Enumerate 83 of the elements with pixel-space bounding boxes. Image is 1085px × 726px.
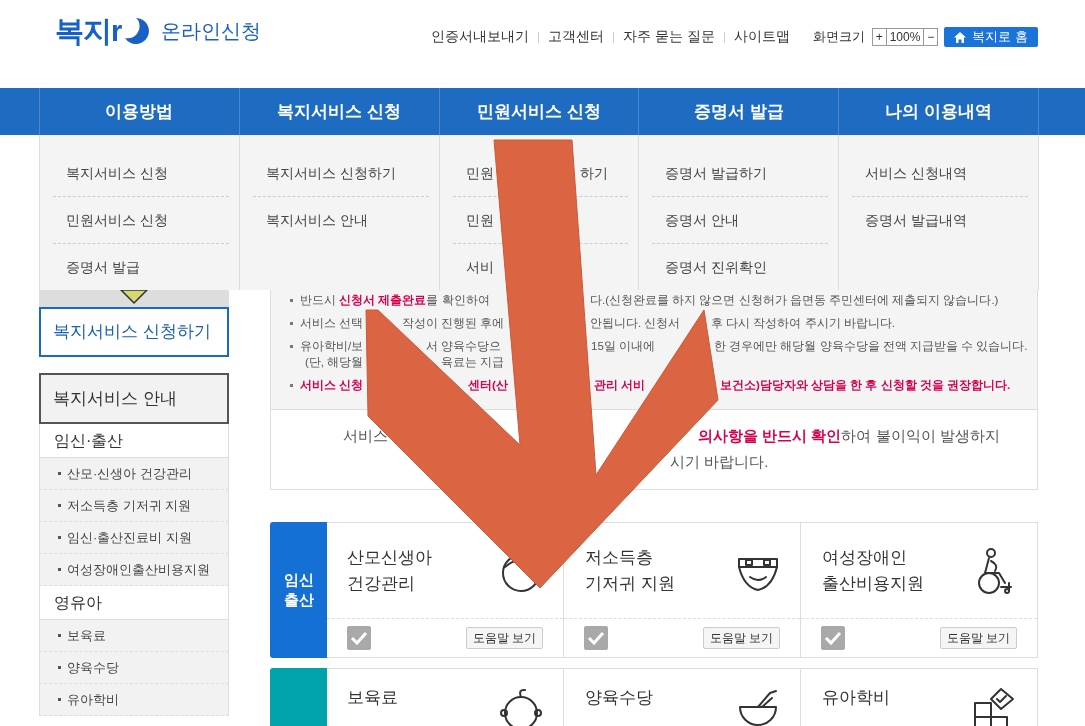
service-title: 유아학비 xyxy=(822,687,890,709)
submenu-link[interactable]: 증명서 발급 xyxy=(66,257,140,278)
notice-text: 의사항을 반드시 확인하여 불이익이 발생하지 xyxy=(698,426,1000,446)
submenu-link[interactable]: 민원서비스 신청 xyxy=(66,209,168,231)
checkbox[interactable] xyxy=(821,626,845,650)
submenu-link[interactable]: 증명서 안내 xyxy=(665,209,740,231)
header-link[interactable]: 사이트맵 xyxy=(724,26,799,48)
zoom-label: 화면크기 xyxy=(812,28,865,46)
service-title: 산모신생아 건강관리 xyxy=(347,546,432,595)
notice-text: 보건소)담당자와 상담을 한 후 신청할 것을 권장합니다. xyxy=(720,378,1011,393)
sidebar-link[interactable]: 유아학비 xyxy=(39,684,229,716)
notice-text: 서 양육수당으 xyxy=(426,339,502,354)
sidebar-link[interactable]: 여성장애인출산비용지원 xyxy=(39,554,229,586)
notice-text: 다.(신청완료를 하지 않으면 신청허가 읍면동 주민센터에 제출되지 않습니다.) xyxy=(590,293,999,308)
home-icon xyxy=(954,31,967,43)
header-link[interactable]: 고객센터 xyxy=(539,26,614,48)
submenu-link[interactable]: 증명서 진위확인 xyxy=(665,257,768,278)
submenu-link[interactable]: 민원 xyxy=(465,162,494,184)
sidebar-link[interactable]: 산모·신생아 건강관리 xyxy=(39,458,229,490)
sidebar-link[interactable]: 저소득층 기저귀 지원 xyxy=(39,490,229,522)
submenu-link[interactable]: 증명서 발급내역 xyxy=(865,210,968,231)
help-button[interactable]: 도움말 보기 xyxy=(702,627,780,649)
sidebar-heading: 복지서비스 안내 xyxy=(39,373,229,424)
service-title: 저소득층 기저귀 지원 xyxy=(585,546,675,595)
bullet-icon xyxy=(58,504,61,507)
notice-text: 유아학비/보 xyxy=(300,339,364,354)
logo-subtitle: 온라인신청 xyxy=(161,21,262,41)
service-card[interactable]: 저소득층 기저귀 지원 도움말 보기 xyxy=(564,522,801,658)
bullet-icon xyxy=(58,666,61,669)
notice-text: 후 다시 작성하여 주시기 바랍니다. xyxy=(711,316,895,331)
sidebar-category[interactable]: 임신·출산 xyxy=(39,424,229,458)
header-link[interactable]: 자주 묻는 질문 xyxy=(614,26,724,48)
zoom-value: 100% xyxy=(885,28,925,46)
notice-text: 15일 이내에 xyxy=(591,339,655,354)
notice-text: 시기 바랍니다. xyxy=(670,452,769,472)
sidebar-link[interactable]: 양육수당 xyxy=(39,652,229,684)
service-card[interactable]: 유아학비 xyxy=(801,668,1038,726)
check-icon xyxy=(824,631,842,645)
notice-text: 작성이 진행된 후에 xyxy=(402,316,505,331)
notice-text: 한 경우에만 해당월 양육수당을 전액 지급받을 수 있습니다. xyxy=(714,339,1028,354)
submenu-link[interactable]: 복지서비스 신청 xyxy=(66,162,168,184)
checkbox[interactable] xyxy=(347,626,371,650)
zoom-out-button[interactable]: − xyxy=(923,28,939,46)
bullet-icon xyxy=(58,536,61,539)
service-card[interactable]: 양육수당 xyxy=(564,668,801,726)
sidebar-link[interactable]: 임신·출산진료비 지원 xyxy=(39,522,229,554)
notice-text: 서비스 xyxy=(343,426,388,446)
notice-text: 관리 서비 xyxy=(594,378,646,393)
submenu-link[interactable]: 하기 xyxy=(579,162,608,184)
notice-text: 서비스 신청 xyxy=(300,378,364,393)
submenu-link[interactable]: 민원 xyxy=(465,209,494,231)
zoom-in-button[interactable]: + xyxy=(871,28,887,46)
notice-text: 반드시 신청서 제출완료를 확인하여 xyxy=(300,293,490,308)
bullet-icon xyxy=(58,472,61,475)
apply-link[interactable]: 복지서비스 신청하기 xyxy=(39,307,229,357)
service-title: 양육수당 xyxy=(585,687,653,709)
sidebar-category[interactable]: 영유아 xyxy=(39,586,229,620)
notice-text: 센터(산 xyxy=(468,378,508,393)
submenu-link[interactable]: 복지서비스 신청하기 xyxy=(265,162,396,184)
home-button[interactable]: 복지로 홈 xyxy=(944,27,1038,47)
help-button[interactable]: 도움말 보기 xyxy=(465,627,543,649)
bullet-icon xyxy=(58,568,61,571)
checkbox[interactable] xyxy=(584,626,608,650)
bullet-icon xyxy=(58,698,61,701)
notice-text: 안됩니다. 신청서 xyxy=(590,316,681,331)
logo-text[interactable]: 복지r xyxy=(55,16,122,46)
sidebar-link[interactable]: 보육료 xyxy=(39,620,229,652)
service-title: 보육료 xyxy=(347,687,398,709)
service-title: 여성장애인 출산비용지원 xyxy=(822,546,924,595)
help-button[interactable]: 도움말 보기 xyxy=(939,627,1017,649)
notice-text: (단, 해당월 xyxy=(305,355,364,370)
submenu-link[interactable]: 서비 xyxy=(465,257,494,278)
service-card[interactable]: 여성장애인 출산비용지원 도움말 보기 xyxy=(801,522,1038,658)
bullet-icon xyxy=(58,634,61,637)
notice-text: 육료는 지급 xyxy=(441,355,505,370)
header-link[interactable]: 인증서내보내기 xyxy=(422,26,539,48)
submenu-link[interactable]: 서비스 신청내역 xyxy=(865,162,968,184)
check-icon xyxy=(587,631,605,645)
check-icon xyxy=(350,631,368,645)
notice-text: 서비스 선택 xyxy=(300,316,364,331)
submenu-link[interactable]: 복지서비스 안내 xyxy=(265,210,368,231)
service-card[interactable]: 보육료 xyxy=(327,668,564,726)
submenu-link[interactable]: 증명서 발급하기 xyxy=(665,162,768,184)
